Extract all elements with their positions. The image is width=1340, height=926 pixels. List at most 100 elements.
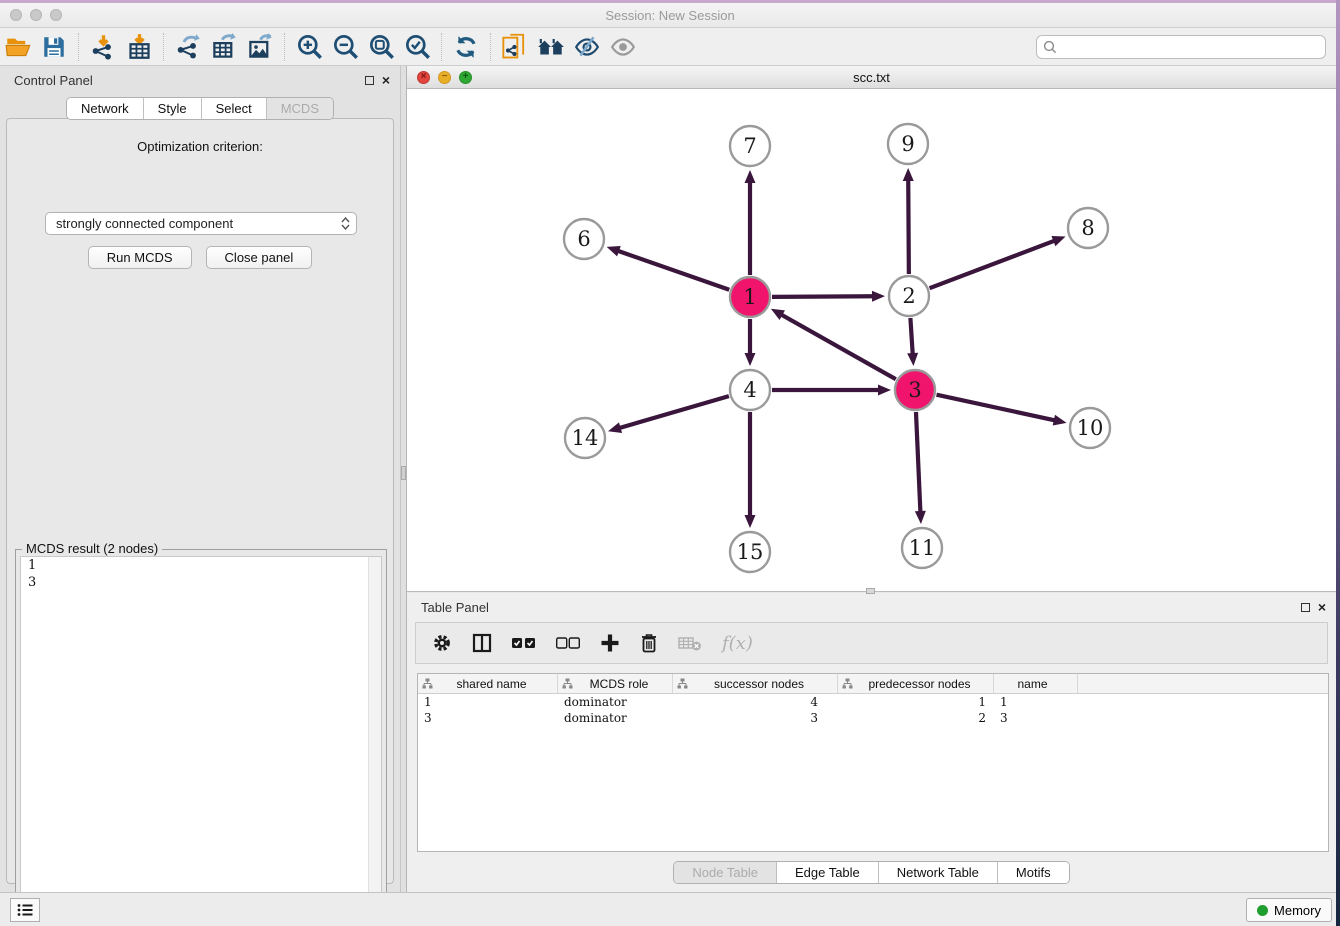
graph-edge-2-3[interactable]	[910, 318, 912, 355]
network-canvas[interactable]: 7968124314101511	[407, 89, 1336, 592]
column-header-shared-name[interactable]: shared name	[418, 674, 558, 693]
table-cell[interactable]: dominator	[558, 694, 673, 710]
network-minimize-button[interactable]: −	[438, 71, 451, 84]
delete-column-button[interactable]	[640, 633, 658, 653]
deselect-all-button[interactable]	[556, 637, 580, 649]
show-columns-button[interactable]	[472, 633, 492, 653]
tab-edge-table[interactable]: Edge Table	[777, 862, 879, 883]
column-header-successor-nodes[interactable]: successor nodes	[673, 674, 838, 693]
float-table-panel-icon[interactable]	[1301, 603, 1310, 612]
zoom-in-button[interactable]	[291, 31, 327, 63]
mcds-result-item[interactable]: 3	[21, 574, 381, 591]
graph-node-label: 9	[901, 132, 914, 156]
table-cell[interactable]: 2	[838, 710, 994, 726]
graph-node-label: 7	[743, 134, 756, 158]
tab-network[interactable]: Network	[67, 98, 144, 119]
mcds-tab-content: Optimization criterion: strongly connect…	[6, 118, 394, 884]
graph-edge-3-10[interactable]	[936, 395, 1055, 421]
zoom-fit-button[interactable]	[363, 31, 399, 63]
zoom-selected-button[interactable]	[399, 31, 435, 63]
import-table-button[interactable]	[121, 31, 157, 63]
table-row[interactable]: 3dominator323	[418, 710, 1328, 726]
gear-icon	[432, 633, 452, 653]
apply-layout-button[interactable]	[448, 31, 484, 63]
export-network-button[interactable]	[170, 31, 206, 63]
column-header-name[interactable]: name	[994, 674, 1078, 693]
tab-motifs[interactable]: Motifs	[998, 862, 1069, 883]
add-column-button[interactable]	[600, 633, 620, 653]
network-close-button[interactable]: ×	[417, 71, 430, 84]
table-row[interactable]: 1dominator411	[418, 694, 1328, 710]
hide-selected-button[interactable]	[569, 31, 605, 63]
save-session-button[interactable]	[36, 31, 72, 63]
close-panel-button[interactable]: Close panel	[206, 246, 313, 269]
graph-edge-3-11[interactable]	[916, 412, 920, 513]
edge-arrowhead	[907, 353, 918, 366]
graph-edge-4-14[interactable]	[619, 396, 729, 428]
control-panel-tabs: Network Style Select MCDS	[0, 97, 400, 120]
close-table-panel-icon[interactable]: ×	[1318, 603, 1326, 612]
close-panel-icon[interactable]: ×	[382, 76, 390, 85]
search-input[interactable]	[1036, 35, 1326, 59]
graph-edge-3-1[interactable]	[780, 314, 895, 379]
network-maximize-button[interactable]: +	[459, 71, 472, 84]
column-header-predecessor-nodes[interactable]: predecessor nodes	[838, 674, 994, 693]
memory-button[interactable]: Memory	[1246, 898, 1332, 922]
table-cell[interactable]: dominator	[558, 710, 673, 726]
table-cell[interactable]: 1	[838, 694, 994, 710]
first-neighbors-button[interactable]	[533, 31, 569, 63]
window-title: Session: New Session	[0, 8, 1340, 23]
control-panel: Control Panel × Network Style Select MCD…	[0, 66, 400, 892]
result-scrollbar[interactable]	[368, 557, 381, 918]
column-header-MCDS-role[interactable]: MCDS role	[558, 674, 673, 693]
criterion-dropdown[interactable]: strongly connected component	[45, 212, 357, 235]
select-all-button[interactable]	[512, 637, 536, 649]
edge-arrowhead	[872, 291, 885, 302]
export-table-button[interactable]	[206, 31, 242, 63]
table-cell[interactable]: 3	[994, 710, 1078, 726]
float-panel-icon[interactable]	[365, 76, 374, 85]
function-builder-button[interactable]: f(x)	[722, 633, 753, 654]
delete-table-button[interactable]	[678, 635, 702, 651]
show-all-button[interactable]	[605, 31, 641, 63]
table-cell[interactable]: 3	[418, 710, 558, 726]
columns-icon	[472, 633, 492, 653]
horizontal-splitter-handle[interactable]	[866, 588, 875, 594]
table-cell[interactable]: 3	[673, 710, 838, 726]
tab-style[interactable]: Style	[144, 98, 202, 119]
export-image-button[interactable]	[242, 31, 278, 63]
splitter-handle[interactable]	[401, 466, 406, 480]
criterion-value: strongly connected component	[56, 216, 233, 231]
tab-node-table[interactable]: Node Table	[674, 862, 777, 883]
export-network-icon	[175, 33, 202, 60]
tab-network-table[interactable]: Network Table	[879, 862, 998, 883]
graph-edge-2-8[interactable]	[930, 240, 1056, 288]
search-icon	[1043, 40, 1057, 54]
graph-node-label: 15	[737, 540, 764, 564]
graph-edge-1-2[interactable]	[772, 296, 874, 297]
tab-select[interactable]: Select	[202, 98, 267, 119]
graph-node-label: 4	[743, 378, 756, 402]
show-task-history-button[interactable]	[10, 898, 40, 922]
zoom-out-button[interactable]	[327, 31, 363, 63]
tab-mcds[interactable]: MCDS	[267, 98, 333, 119]
run-mcds-button[interactable]: Run MCDS	[88, 246, 192, 269]
table-body: 1dominator4113dominator323	[418, 694, 1328, 726]
mcds-result-list[interactable]: 13	[20, 556, 382, 919]
toolbar-separator	[441, 33, 442, 61]
open-session-button[interactable]	[0, 31, 36, 63]
mcds-result-item[interactable]: 1	[21, 557, 381, 574]
import-network-button[interactable]	[85, 31, 121, 63]
edge-arrowhead	[878, 385, 891, 396]
graph-node-label: 14	[572, 426, 599, 450]
network-window-title: scc.txt	[407, 70, 1336, 85]
edge-arrowhead	[915, 511, 926, 524]
vertical-splitter[interactable]	[400, 66, 407, 892]
table-cell[interactable]: 1	[418, 694, 558, 710]
table-cell[interactable]: 1	[994, 694, 1078, 710]
network-from-selection-button[interactable]	[497, 31, 533, 63]
table-cell[interactable]: 4	[673, 694, 838, 710]
graph-edge-1-6[interactable]	[617, 251, 729, 290]
table-settings-button[interactable]	[432, 633, 452, 653]
graph-edge-2-9[interactable]	[908, 179, 909, 274]
